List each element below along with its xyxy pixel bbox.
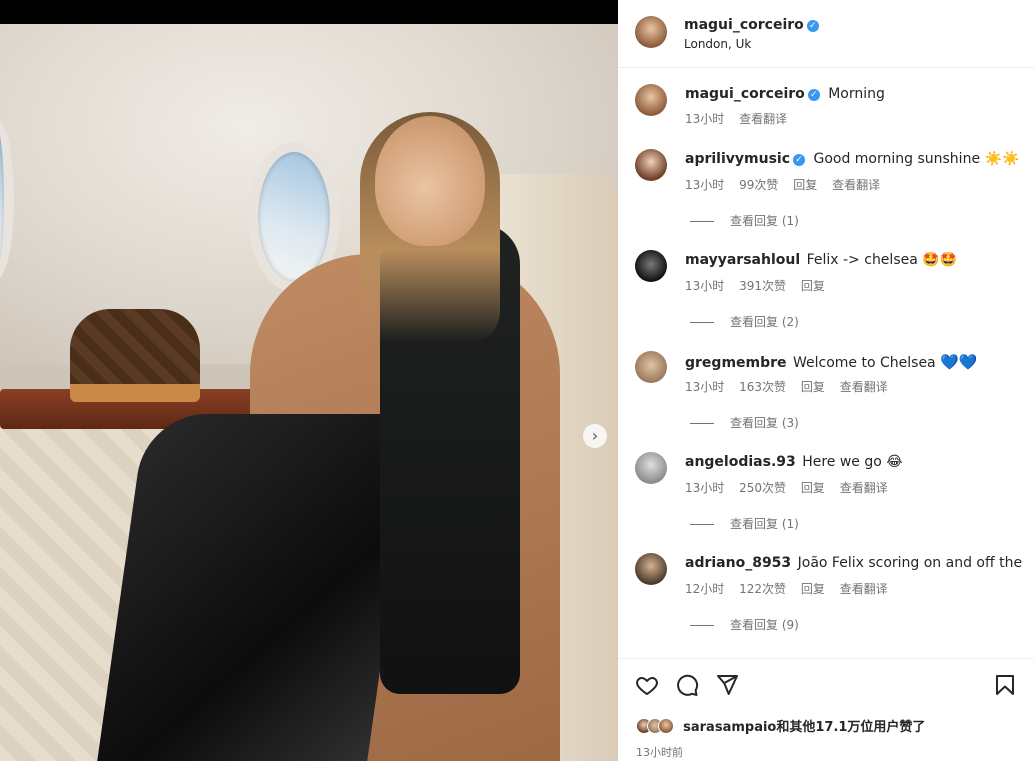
- caption-line: magui_corceiro ✓ Morning: [685, 86, 1025, 102]
- heart-icon[interactable]: [635, 673, 659, 701]
- author-username[interactable]: magui_corceiro: [684, 17, 804, 33]
- translate-button[interactable]: 查看翻译: [840, 380, 888, 394]
- comment-likes[interactable]: 250次赞: [739, 481, 786, 495]
- comment-username[interactable]: gregmembre: [685, 355, 787, 371]
- view-replies-button[interactable]: 查看回复 (9): [690, 616, 799, 633]
- comment-emoji: 😂: [886, 454, 903, 470]
- liker-avatar: [658, 718, 674, 734]
- view-replies-label: 查看回复 (1): [730, 214, 799, 228]
- liker-avatars: [636, 718, 678, 735]
- view-replies-button[interactable]: 查看回复 (1): [690, 212, 799, 229]
- comment-time: 12小时: [685, 582, 725, 596]
- caption-meta: 13小时 查看翻译: [685, 110, 798, 127]
- reply-button[interactable]: 回复: [801, 582, 825, 596]
- top-black-bar: [0, 0, 618, 24]
- comment-likes[interactable]: 122次赞: [739, 582, 786, 596]
- send-icon[interactable]: [715, 673, 739, 701]
- face: [375, 116, 485, 246]
- caption-text: Morning: [828, 86, 885, 102]
- comment-emoji: 🤩🤩: [922, 252, 958, 268]
- comment-meta: 12小时 122次赞 回复 查看翻译: [685, 580, 899, 597]
- comment-avatar[interactable]: [635, 553, 667, 585]
- replies-divider: [690, 322, 714, 323]
- comment-line: gregmembre Welcome to Chelsea 💙💙: [685, 353, 1025, 371]
- author-info: magui_corceiro ✓ London, Uk: [684, 14, 819, 51]
- comment-emoji: ☀️☀️: [984, 151, 1020, 167]
- comment-meta: 13小时 99次赞 回复 查看翻译: [685, 176, 891, 193]
- comment-time: 13小时: [685, 481, 725, 495]
- comment-text: João Felix scoring on and off the pitch: [797, 555, 1025, 571]
- replies-divider: [690, 625, 714, 626]
- likes-count-text[interactable]: 和其他17.1万位用户赞了: [776, 720, 925, 735]
- handbag-trim: [70, 384, 200, 402]
- caption-time: 13小时: [685, 112, 725, 126]
- comment-meta: 13小时 391次赞 回复: [685, 277, 836, 294]
- reply-button[interactable]: 回复: [793, 178, 817, 192]
- verified-badge-icon: ✓: [793, 154, 806, 166]
- view-replies-button[interactable]: 查看回复 (1): [690, 515, 799, 532]
- comment-avatar[interactable]: [635, 351, 667, 383]
- comment-time: 13小时: [685, 279, 725, 293]
- post-location[interactable]: London, Uk: [684, 37, 819, 51]
- comment-text: Felix -> chelsea: [806, 252, 918, 268]
- view-replies-label: 查看回复 (3): [730, 416, 799, 430]
- view-replies-label: 查看回复 (1): [730, 517, 799, 531]
- comment-text: Good morning sunshine: [813, 151, 981, 167]
- post-timestamp: 13小时前: [636, 746, 683, 759]
- translate-button[interactable]: 查看翻译: [840, 582, 888, 596]
- comment-likes[interactable]: 163次赞: [739, 380, 786, 394]
- comment-text: Here we go: [802, 454, 882, 470]
- post-side-panel: magui_corceiro ✓ London, Uk magui_corceir…: [618, 0, 1034, 761]
- view-replies-label: 查看回复 (9): [730, 618, 799, 632]
- chevron-right-icon[interactable]: ›: [583, 424, 607, 448]
- comment-username[interactable]: adriano_8953: [685, 555, 791, 571]
- comment-line: angelodias.93 Here we go 😂: [685, 454, 1025, 470]
- bookmark-icon[interactable]: [993, 673, 1017, 701]
- comment-avatar[interactable]: [635, 149, 667, 181]
- translate-button[interactable]: 查看翻译: [739, 112, 787, 126]
- comment-meta: 13小时 163次赞 回复 查看翻译: [685, 378, 899, 395]
- comment-meta: 13小时 250次赞 回复 查看翻译: [685, 479, 899, 496]
- comment-time: 13小时: [685, 380, 725, 394]
- post-image[interactable]: ›: [0, 24, 618, 761]
- comment-avatar[interactable]: [635, 250, 667, 282]
- reply-button[interactable]: 回复: [801, 481, 825, 495]
- likes-summary: sarasampaio和其他17.1万位用户赞了: [636, 716, 925, 735]
- leather-pants: [93, 414, 417, 761]
- translate-button[interactable]: 查看翻译: [840, 481, 888, 495]
- verified-badge-icon: ✓: [807, 89, 820, 101]
- reply-button[interactable]: 回复: [801, 380, 825, 394]
- comment-time: 13小时: [685, 178, 725, 192]
- view-replies-button[interactable]: 查看回复 (2): [690, 313, 799, 330]
- comment-emoji: 💙💙: [940, 353, 978, 371]
- verified-badge-icon: ✓: [806, 20, 819, 32]
- translate-button[interactable]: 查看翻译: [832, 178, 880, 192]
- comment-avatar[interactable]: [635, 452, 667, 484]
- action-bar: sarasampaio和其他17.1万位用户赞了 13小时前: [618, 658, 1034, 761]
- comment-username[interactable]: aprilivymusic: [685, 151, 790, 167]
- caption-avatar[interactable]: [635, 84, 667, 116]
- replies-divider: [690, 423, 714, 424]
- view-replies-button[interactable]: 查看回复 (3): [690, 414, 799, 431]
- comment-username[interactable]: mayyarsahloul: [685, 252, 800, 268]
- comment-likes[interactable]: 99次赞: [739, 178, 778, 192]
- view-replies-label: 查看回复 (2): [730, 315, 799, 329]
- post-header: magui_corceiro ✓ London, Uk: [618, 0, 1034, 68]
- comment-likes[interactable]: 391次赞: [739, 279, 786, 293]
- comment-line: mayyarsahloul Felix -> chelsea 🤩🤩: [685, 252, 1025, 268]
- comment-line: adriano_8953 João Felix scoring on and o…: [685, 555, 1025, 571]
- replies-divider: [690, 524, 714, 525]
- replies-divider: [690, 221, 714, 222]
- comment-username[interactable]: angelodias.93: [685, 454, 796, 470]
- reply-button[interactable]: 回复: [801, 279, 825, 293]
- caption-username[interactable]: magui_corceiro: [685, 86, 805, 102]
- comment-icon[interactable]: [675, 673, 699, 701]
- comment-text: Welcome to Chelsea: [793, 355, 936, 371]
- author-avatar[interactable]: [635, 16, 667, 48]
- comment-line: aprilivymusic ✓ Good morning sunshine ☀️☀…: [685, 151, 1025, 167]
- likes-username[interactable]: sarasampaio: [683, 720, 776, 735]
